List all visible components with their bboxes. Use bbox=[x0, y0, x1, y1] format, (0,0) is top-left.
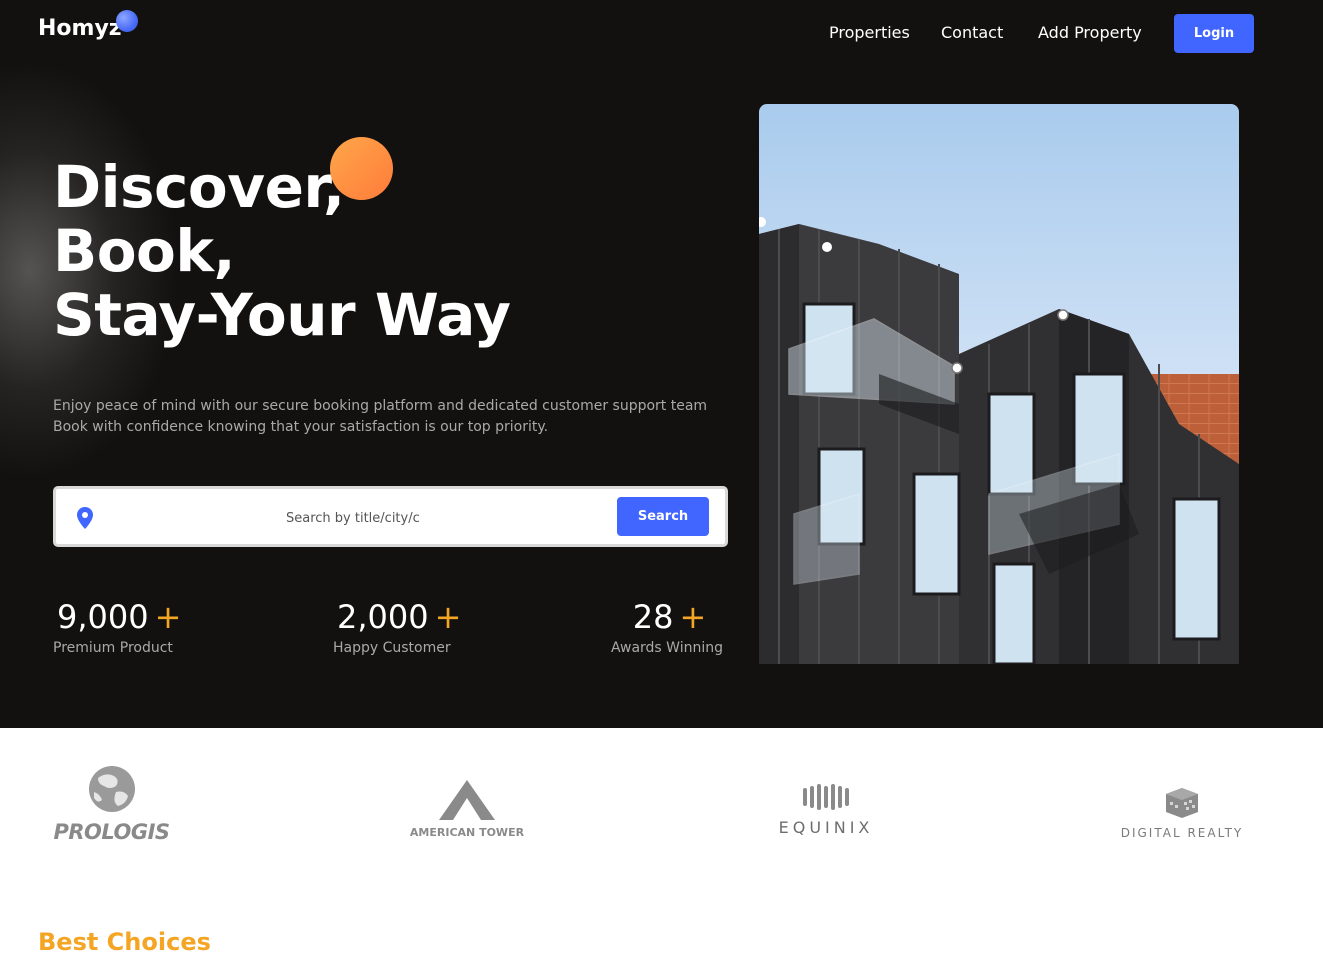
hero-building-image bbox=[759, 104, 1239, 664]
hero-subtext-line-2: Book with confidence knowing that your s… bbox=[53, 419, 549, 435]
partner-digital-realty: DIGITAL REALTY bbox=[1112, 788, 1252, 840]
stat-label: Premium Product bbox=[53, 640, 173, 656]
partner-equinix: EQUINIX bbox=[772, 784, 880, 837]
stat-value: 2,000 + bbox=[337, 598, 462, 636]
hero-subtext-line-1: Enjoy peace of mind with our secure book… bbox=[53, 398, 708, 414]
building-illustration bbox=[759, 217, 1239, 664]
cube-icon bbox=[1166, 788, 1198, 818]
partner-name: EQUINIX bbox=[778, 818, 874, 837]
stat-label: Awards Winning bbox=[611, 640, 723, 656]
logo[interactable]: Homyz bbox=[38, 16, 122, 41]
partner-logos-strip: PROLOGIS AMERICAN TOWER EQUINIX DIGITAL … bbox=[0, 728, 1323, 868]
globe-icon bbox=[88, 766, 135, 812]
headline-line-3: Stay-Your Way bbox=[53, 281, 511, 349]
stat-premium-product: 9,000 + Premium Product bbox=[53, 598, 182, 656]
nav-link-properties[interactable]: Properties bbox=[829, 23, 910, 42]
hero-section: Homyz Properties Contact Add Property Lo… bbox=[0, 0, 1323, 728]
stat-happy-customer: 2,000 + Happy Customer bbox=[333, 598, 462, 656]
stat-awards-winning: 28 + Awards Winning bbox=[611, 598, 728, 656]
login-button[interactable]: Login bbox=[1174, 14, 1254, 53]
location-pin-icon bbox=[77, 507, 93, 529]
partner-name: DIGITAL REALTY bbox=[1120, 826, 1244, 840]
tower-icon bbox=[439, 780, 495, 820]
partner-name: AMERICAN TOWER bbox=[409, 826, 525, 839]
hero-subtext: Enjoy peace of mind with our secure book… bbox=[53, 396, 743, 438]
partner-name: PROLOGIS bbox=[53, 820, 170, 844]
partner-american-tower: AMERICAN TOWER bbox=[396, 780, 538, 839]
search-bar: Search bbox=[53, 486, 728, 547]
logo-dot-icon bbox=[116, 10, 138, 32]
orange-circle-decoration bbox=[330, 137, 393, 200]
partner-prologis: PROLOGIS bbox=[44, 764, 179, 844]
nav-link-contact[interactable]: Contact bbox=[941, 23, 1003, 42]
search-input[interactable] bbox=[286, 507, 426, 529]
stat-value: 9,000 + bbox=[57, 598, 182, 636]
stat-value: 28 + bbox=[632, 598, 707, 636]
headline-line-2: Book, bbox=[53, 217, 236, 285]
stat-label: Happy Customer bbox=[333, 640, 451, 656]
section-title-best-choices: Best Choices bbox=[38, 928, 211, 954]
equinix-icon bbox=[803, 784, 849, 810]
search-button[interactable]: Search bbox=[617, 497, 709, 536]
nav-link-add-property[interactable]: Add Property bbox=[1038, 23, 1142, 42]
